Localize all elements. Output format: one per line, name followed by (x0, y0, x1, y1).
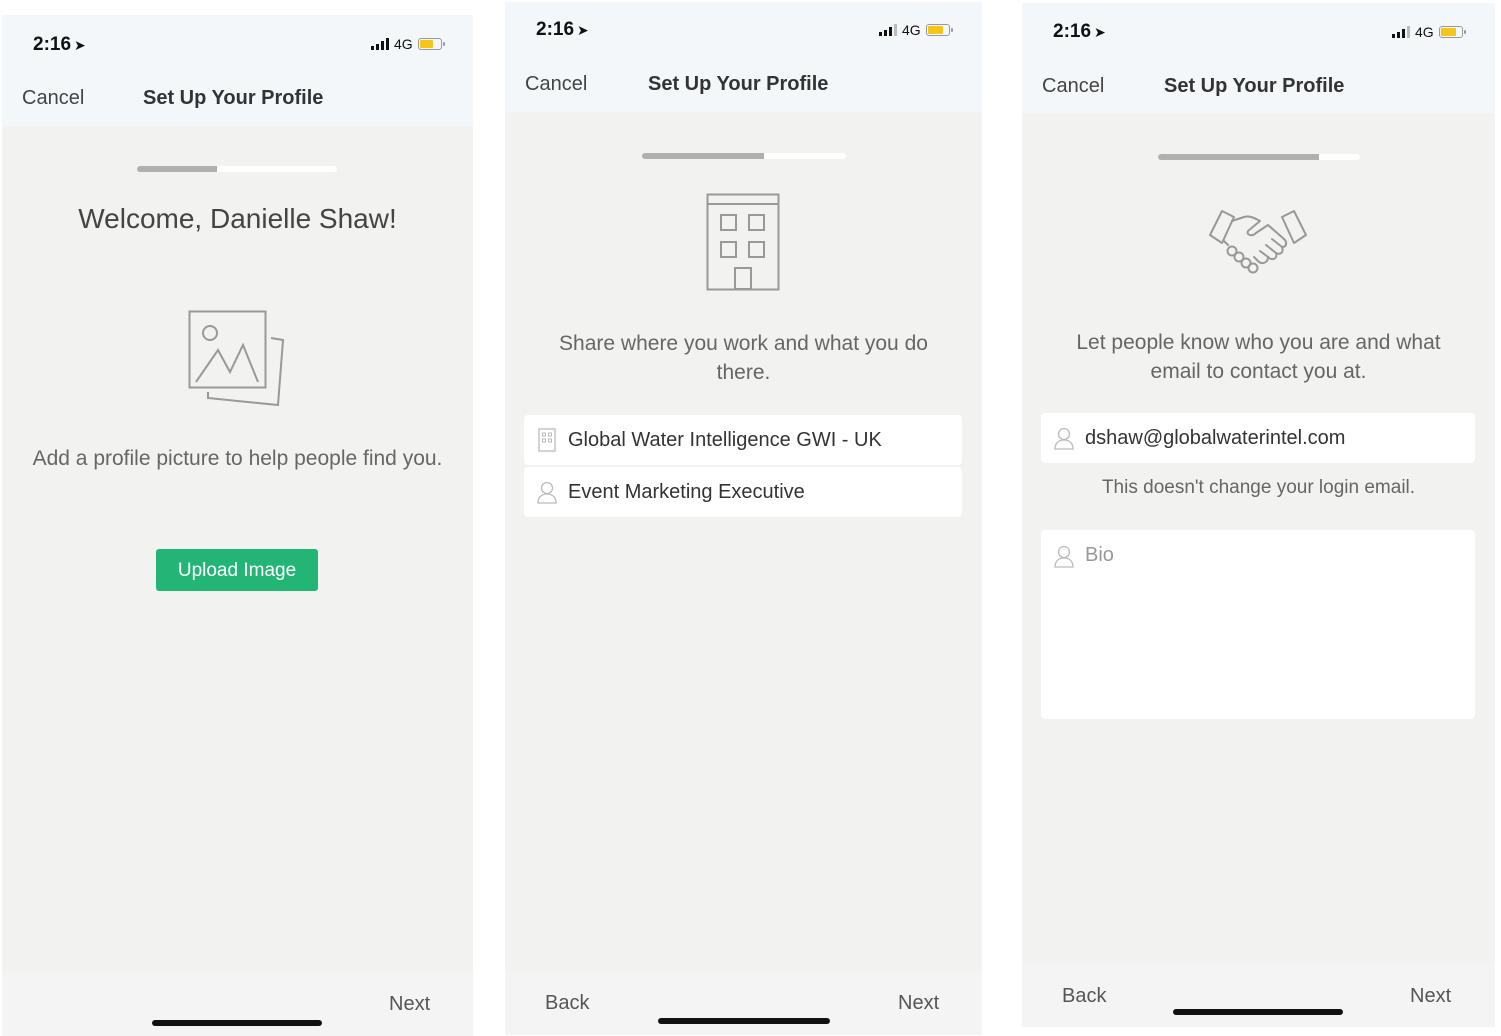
top-bar: 2:16 ➤ 4G Cancel Set Up Your Profile (505, 2, 982, 112)
picture-icon (188, 310, 285, 407)
signal-icon (1392, 26, 1410, 38)
home-indicator (152, 1020, 322, 1026)
progress-fill (1158, 154, 1319, 160)
progress-bar (1158, 154, 1360, 160)
location-arrow-icon: ➤ (1094, 24, 1106, 40)
company-value: Global Water Intelligence GWI - UK (568, 428, 882, 451)
email-field[interactable]: dshaw@globalwaterintel.com (1041, 413, 1475, 463)
next-button[interactable]: Next (389, 993, 430, 1016)
job-title-value: Event Marketing Executive (568, 480, 805, 503)
person-icon (1054, 427, 1074, 450)
signal-icon (371, 38, 389, 50)
progress-bar (642, 153, 846, 159)
battery-icon (417, 38, 445, 50)
progress-fill (137, 166, 217, 172)
screen-profile-picture: 2:16 ➤ 4G Cancel Set Up Your Profile Welc… (2, 15, 473, 1036)
back-button[interactable]: Back (545, 992, 589, 1015)
person-icon (537, 481, 557, 504)
building-icon (706, 193, 780, 291)
status-indicators: 4G (879, 22, 953, 38)
job-title-field[interactable]: Event Marketing Executive (524, 467, 962, 517)
description: Share where you work and what you do the… (559, 332, 928, 384)
page-title: Set Up Your Profile (143, 87, 324, 109)
location-arrow-icon: ➤ (74, 37, 86, 53)
home-indicator (658, 1018, 830, 1024)
top-bar: 2:16 ➤ 4G Cancel Set Up Your Profile (2, 15, 473, 126)
top-bar: 2:16 ➤ 4G Cancel Set Up Your Profile (1022, 3, 1495, 113)
page-title: Set Up Your Profile (1164, 75, 1345, 97)
bio-textarea[interactable]: Bio (1041, 530, 1475, 719)
welcome-heading: Welcome, Danielle Shaw! (78, 203, 397, 234)
email-note: This doesn't change your login email. (1101, 477, 1416, 498)
status-indicators: 4G (371, 36, 445, 52)
bio-placeholder: Bio (1085, 544, 1114, 566)
bottom-bar: Back Next (505, 972, 982, 1035)
status-indicators: 4G (1392, 24, 1466, 40)
location-arrow-icon: ➤ (577, 22, 589, 38)
status-time: 2:16 ➤ (536, 19, 589, 40)
company-field[interactable]: Global Water Intelligence GWI - UK (524, 415, 962, 465)
page-title: Set Up Your Profile (648, 73, 829, 95)
home-indicator (1173, 1009, 1343, 1015)
bottom-bar: Back Next (1022, 964, 1495, 1027)
description: Let people know who you are and what ema… (1076, 331, 1441, 383)
building-small-icon (538, 428, 556, 452)
back-button[interactable]: Back (1062, 985, 1106, 1008)
status-time: 2:16 ➤ (1053, 21, 1106, 42)
status-time: 2:16 ➤ (33, 34, 86, 55)
description: Add a profile picture to help people fin… (32, 447, 443, 470)
person-icon (1054, 545, 1074, 568)
network-label: 4G (902, 22, 921, 38)
battery-icon (925, 24, 953, 36)
cancel-button[interactable]: Cancel (1042, 75, 1104, 98)
screen-contact-info: 2:16 ➤ 4G Cancel Set Up Your Profile Let … (1022, 3, 1495, 1027)
battery-icon (1438, 26, 1466, 38)
progress-fill (642, 153, 764, 159)
cancel-button[interactable]: Cancel (525, 73, 587, 96)
cancel-button[interactable]: Cancel (22, 87, 84, 110)
screen-work-info: 2:16 ➤ 4G Cancel Set Up Your Profile Shar… (505, 2, 982, 1035)
next-button[interactable]: Next (1410, 985, 1451, 1008)
handshake-icon (1209, 210, 1307, 274)
progress-bar (137, 166, 337, 172)
next-button[interactable]: Next (898, 992, 939, 1015)
bottom-bar: Next (2, 973, 473, 1036)
email-value: dshaw@globalwaterintel.com (1085, 426, 1346, 449)
upload-image-button[interactable]: Upload Image (156, 549, 318, 591)
network-label: 4G (394, 36, 413, 52)
signal-icon (879, 24, 897, 36)
network-label: 4G (1415, 24, 1434, 40)
